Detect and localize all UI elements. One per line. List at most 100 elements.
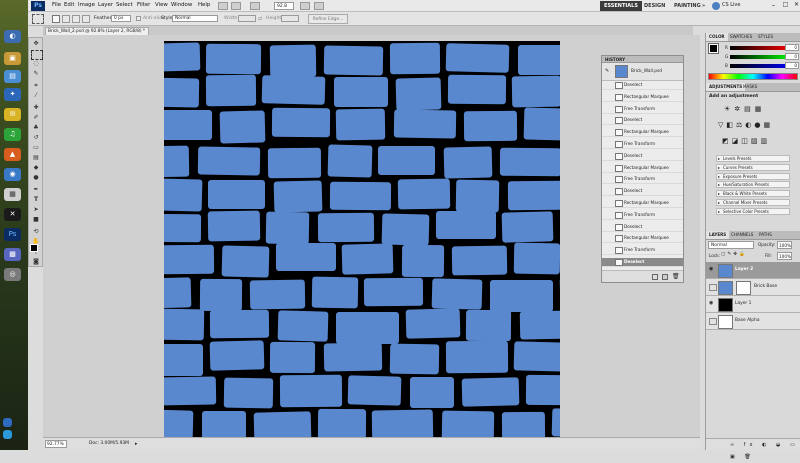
history-item[interactable]: Deselect bbox=[602, 187, 683, 196]
move-tool-icon[interactable]: ✥ bbox=[31, 40, 41, 48]
photoshop-icon[interactable]: Ps bbox=[4, 228, 21, 241]
disclosure-triangle-icon[interactable]: ▸ bbox=[718, 209, 720, 215]
history-item[interactable]: Deselect bbox=[602, 116, 683, 125]
menu-help[interactable]: Help bbox=[198, 2, 210, 8]
history-item[interactable]: Free Transform bbox=[602, 211, 683, 220]
blend-mode-select[interactable]: Normal bbox=[708, 241, 754, 249]
history-item[interactable]: Deselect bbox=[602, 81, 683, 90]
menu-filter[interactable]: Filter bbox=[137, 2, 150, 8]
intersect-selection-icon[interactable] bbox=[82, 15, 90, 23]
height-input[interactable] bbox=[281, 15, 299, 22]
adjustment-preset-item[interactable]: Channel Mixer Presets▸ bbox=[716, 199, 790, 206]
disclosure-triangle-icon[interactable]: ▸ bbox=[718, 200, 720, 206]
subtract-selection-icon[interactable] bbox=[72, 15, 80, 23]
layer-name[interactable]: Layer 1 bbox=[735, 301, 751, 306]
cs-live-label[interactable]: CS Live bbox=[722, 2, 740, 8]
fill-field[interactable]: 100% bbox=[777, 252, 792, 260]
zoom-level-field[interactable]: 92.8 bbox=[274, 2, 294, 10]
tray-icon[interactable] bbox=[3, 430, 12, 439]
layer-row[interactable]: Brick Base bbox=[706, 279, 800, 296]
minimize-icon[interactable]: – bbox=[769, 1, 778, 10]
blue-slider[interactable] bbox=[730, 64, 792, 68]
disclosure-triangle-icon[interactable]: ▸ bbox=[718, 156, 720, 162]
adjustment-icons-row-3[interactable]: ◩◪◫▨▥ bbox=[722, 137, 770, 145]
desktop-app-icon[interactable]: ✉ bbox=[4, 108, 21, 121]
new-document-from-state-icon[interactable] bbox=[652, 274, 658, 280]
quick-selection-tool-icon[interactable]: ✎ bbox=[31, 70, 41, 78]
disclosure-triangle-icon[interactable]: ▸ bbox=[718, 165, 720, 171]
marquee-preset-icon[interactable] bbox=[32, 14, 44, 24]
desktop-app-icon[interactable]: ♫ bbox=[4, 128, 21, 141]
dodge-tool-icon[interactable]: ● bbox=[31, 174, 41, 182]
history-brush-icon[interactable]: ↺ bbox=[31, 134, 41, 142]
swap-icon[interactable]: ⇄ bbox=[258, 16, 262, 22]
maximize-icon[interactable]: □ bbox=[781, 1, 790, 10]
history-item[interactable]: Deselect bbox=[602, 152, 683, 161]
workspace-essentials[interactable]: ESSENTIALS bbox=[600, 1, 642, 11]
adjustment-icons-row-2[interactable]: ▽◧⚖◐●▦ bbox=[718, 121, 773, 129]
eyedropper-tool-icon[interactable]: ⁄ bbox=[31, 92, 41, 100]
status-menu-arrow-icon[interactable]: ▸ bbox=[135, 441, 138, 447]
workspace-design[interactable]: DESIGN bbox=[640, 1, 669, 11]
red-value-field[interactable]: 0 bbox=[785, 44, 799, 51]
foreground-color-swatch[interactable] bbox=[30, 244, 38, 252]
bridge-icon[interactable] bbox=[218, 2, 228, 10]
menu-file[interactable]: File bbox=[52, 2, 61, 8]
hand-tool-icon[interactable] bbox=[250, 2, 260, 10]
history-item[interactable]: Rectangular Marquee bbox=[602, 128, 683, 137]
layers-footer-icons[interactable]: ∞ fx ◐ ◒ ▭ ▣ 🗑 bbox=[706, 438, 800, 450]
tab-channels[interactable]: CHANNELS bbox=[728, 231, 756, 239]
healing-brush-icon[interactable]: ✚ bbox=[31, 104, 41, 112]
layer-name[interactable]: Layer 2 bbox=[735, 267, 753, 272]
history-item[interactable]: Free Transform bbox=[602, 175, 683, 184]
workspace-more[interactable]: » bbox=[698, 1, 709, 11]
pen-tool-icon[interactable]: ✒ bbox=[31, 186, 41, 194]
arrange-documents-icon[interactable] bbox=[300, 2, 310, 10]
lasso-tool-icon[interactable]: ◌ bbox=[31, 60, 41, 68]
desktop-app-icon[interactable]: ▲ bbox=[4, 148, 21, 161]
color-spectrum-ramp[interactable] bbox=[708, 73, 798, 80]
desktop-app-icon[interactable]: ✕ bbox=[4, 208, 21, 221]
tab-paths[interactable]: PATHS bbox=[756, 231, 775, 239]
history-snapshot[interactable]: ✎ Brick_Wall.psd bbox=[602, 63, 683, 81]
new-selection-icon[interactable] bbox=[52, 15, 60, 23]
layer-row[interactable]: ◉ Layer 2 bbox=[706, 262, 800, 279]
desktop-app-icon[interactable]: ◎ bbox=[4, 268, 21, 281]
desktop-app-icon[interactable]: ▦ bbox=[4, 188, 21, 201]
layer-name[interactable]: Base Alpha bbox=[735, 318, 760, 323]
desktop-app-icon[interactable]: ▩ bbox=[4, 248, 21, 261]
marquee-tool-icon[interactable] bbox=[31, 50, 43, 60]
blue-value-field[interactable]: 0 bbox=[785, 62, 799, 69]
tab-color[interactable]: COLOR bbox=[706, 33, 728, 41]
red-slider[interactable] bbox=[730, 46, 792, 50]
3d-rotate-icon[interactable]: ⟲ bbox=[31, 228, 41, 236]
history-item[interactable]: Deselect bbox=[602, 258, 683, 267]
history-panel-tab[interactable]: HISTORY bbox=[602, 56, 683, 63]
feather-input[interactable]: 0 px bbox=[111, 15, 131, 22]
cs-live-icon[interactable] bbox=[712, 2, 720, 10]
history-item[interactable]: Rectangular Marquee bbox=[602, 199, 683, 208]
mini-bridge-icon[interactable] bbox=[231, 2, 241, 10]
history-item[interactable]: Deselect bbox=[602, 223, 683, 232]
history-item[interactable]: Rectangular Marquee bbox=[602, 234, 683, 243]
layer-row[interactable]: ◉Layer 1 bbox=[706, 296, 800, 313]
width-input[interactable] bbox=[238, 15, 256, 22]
adjustment-preset-item[interactable]: Levels Presets▸ bbox=[716, 155, 790, 162]
clone-stamp-icon[interactable]: ♣ bbox=[31, 124, 41, 132]
color-foreground-swatch[interactable] bbox=[709, 44, 718, 53]
tab-masks[interactable]: MASKS bbox=[740, 83, 760, 91]
menu-window[interactable]: Window bbox=[171, 2, 192, 8]
desktop-app-icon[interactable]: ▤ bbox=[4, 70, 21, 83]
tab-styles[interactable]: STYLES bbox=[755, 33, 776, 41]
eraser-tool-icon[interactable]: ▭ bbox=[31, 144, 41, 152]
lock-icons[interactable]: ▢✎✥🔒 bbox=[721, 252, 753, 259]
menu-view[interactable]: View bbox=[155, 2, 168, 8]
green-value-field[interactable]: 0 bbox=[785, 53, 799, 60]
history-item[interactable]: Free Transform bbox=[602, 105, 683, 114]
blur-tool-icon[interactable]: ◆ bbox=[31, 164, 41, 172]
layer-visibility-eye-icon[interactable]: ◉ bbox=[709, 267, 715, 272]
desktop-app-icon[interactable]: ✦ bbox=[4, 88, 21, 101]
layer-visibility-eye-icon[interactable] bbox=[709, 284, 717, 291]
new-snapshot-icon[interactable] bbox=[662, 274, 668, 280]
history-item[interactable]: Free Transform bbox=[602, 140, 683, 149]
